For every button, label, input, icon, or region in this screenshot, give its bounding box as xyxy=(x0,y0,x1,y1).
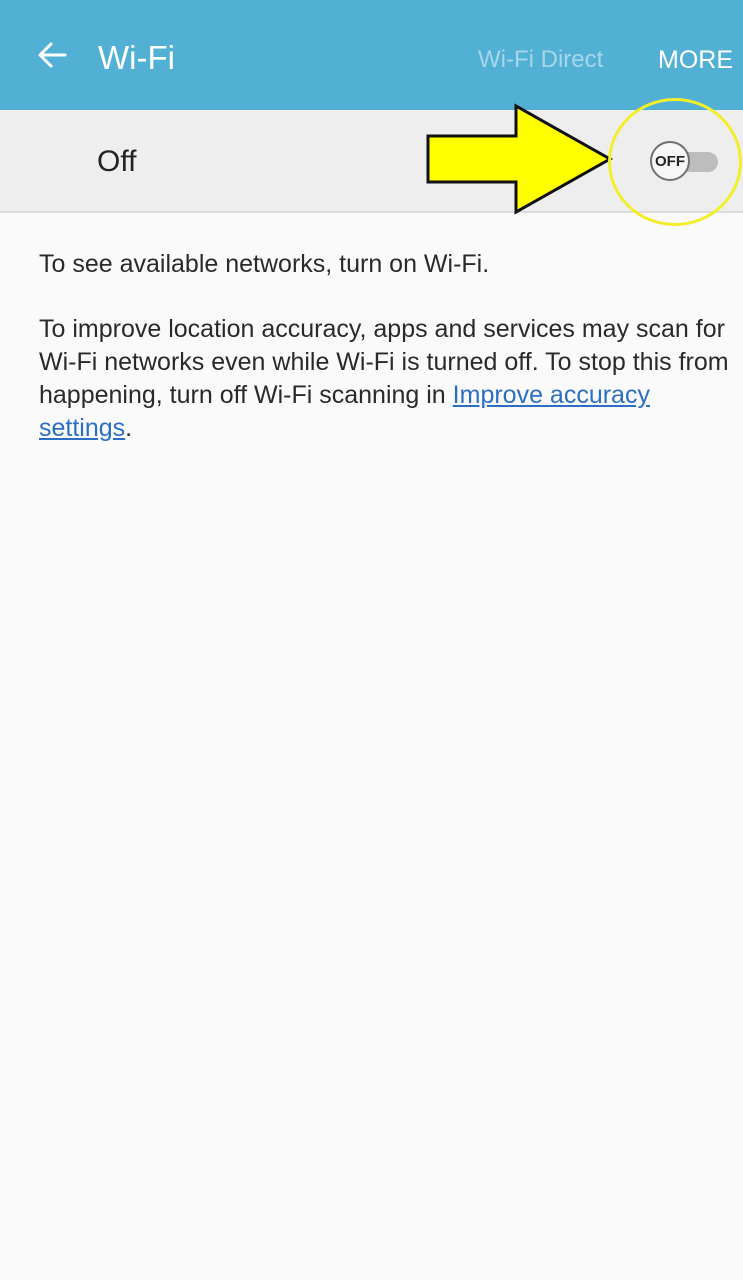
back-button[interactable] xyxy=(22,25,82,85)
scanning-notice-suffix: . xyxy=(125,414,133,442)
more-button[interactable]: MORE xyxy=(658,44,733,76)
scanning-notice: To improve location accuracy, apps and s… xyxy=(39,313,739,445)
app-bar: Wi-Fi Wi-Fi Direct MORE xyxy=(0,0,743,110)
annotation-arrow-icon xyxy=(426,103,614,215)
wifi-off-message: To see available networks, turn on Wi-Fi… xyxy=(39,250,490,278)
wifi-direct-button[interactable]: Wi-Fi Direct xyxy=(478,44,603,76)
wifi-state-label: Off xyxy=(97,145,137,178)
page-title: Wi-Fi xyxy=(98,39,175,76)
back-arrow-icon xyxy=(38,42,67,68)
annotation-highlight-circle xyxy=(608,98,742,226)
content-area: To see available networks, turn on Wi-Fi… xyxy=(39,248,739,445)
